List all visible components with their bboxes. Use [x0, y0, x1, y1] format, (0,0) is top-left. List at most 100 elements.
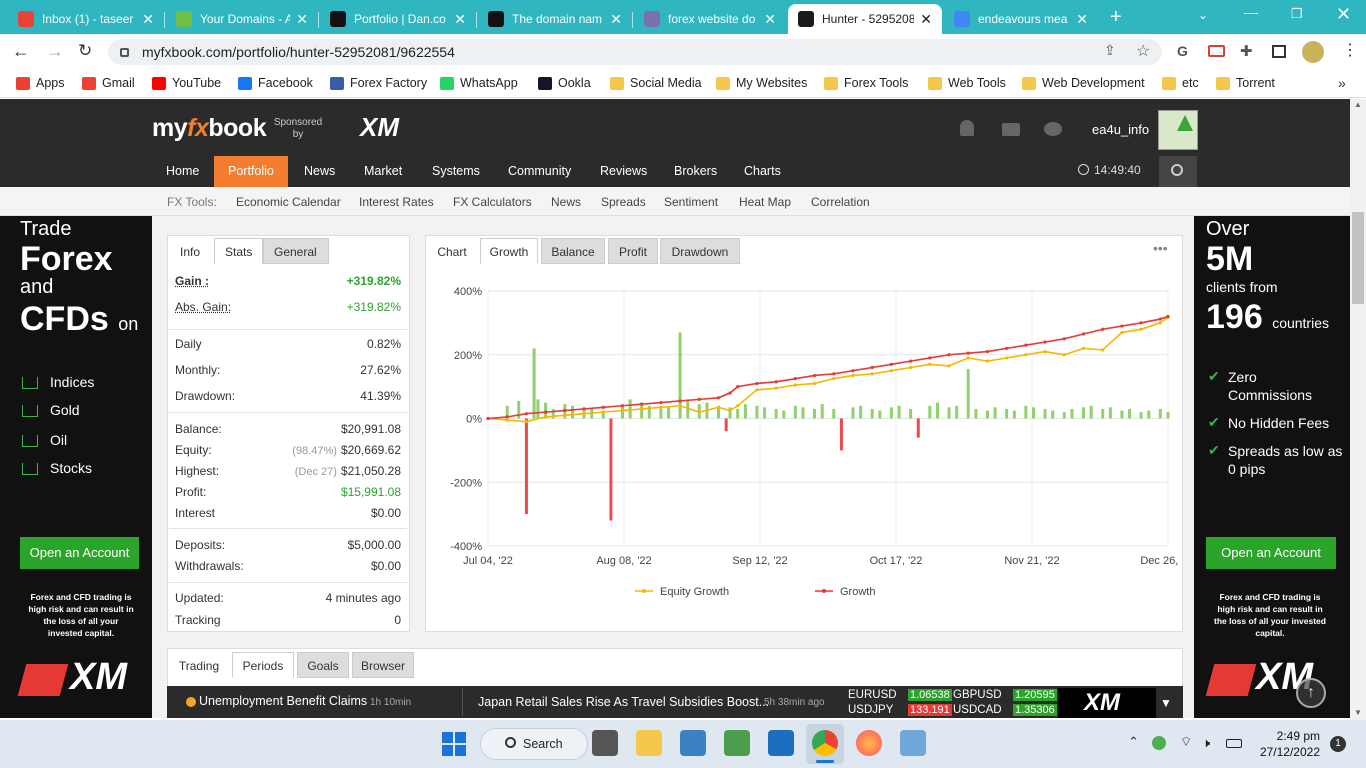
stats-tab-general[interactable]: General — [263, 238, 329, 264]
nav-item-news[interactable]: News — [290, 156, 349, 187]
ticker-xm-logo[interactable]: XM — [1058, 688, 1156, 718]
close-tab-icon[interactable]: ✕ — [1076, 11, 1088, 28]
mail-app-icon[interactable] — [768, 730, 794, 756]
tab-search-icon[interactable]: ⌄ — [1198, 8, 1208, 22]
volume-icon[interactable]: 🕨 — [1202, 735, 1210, 751]
bookmarks-more[interactable]: » — [1338, 75, 1346, 91]
extensions-icon[interactable]: ✚ — [1240, 42, 1253, 60]
lower-tab-periods[interactable]: Periods — [232, 652, 294, 678]
file-explorer-icon[interactable] — [636, 730, 662, 756]
username[interactable]: ea4u_info — [1092, 122, 1149, 137]
restore-button[interactable]: ❐ — [1291, 6, 1303, 22]
tray-chevron-icon[interactable]: ⌃ — [1128, 734, 1139, 750]
minimize-button[interactable]: — — [1244, 4, 1258, 20]
new-tab-button[interactable]: + — [1110, 6, 1122, 29]
bookmark-item[interactable]: Forex Tools — [824, 76, 908, 90]
bookmark-item[interactable]: Facebook — [238, 76, 313, 90]
notification-badge[interactable]: 1 — [1330, 736, 1346, 752]
bookmark-item[interactable]: Apps — [16, 76, 65, 90]
tray-app-icon[interactable] — [1152, 736, 1166, 750]
back-icon[interactable]: ← — [12, 41, 30, 62]
scrollbar-thumb[interactable] — [1352, 212, 1364, 304]
firefox-icon[interactable] — [856, 730, 882, 756]
mail-icon[interactable] — [1002, 123, 1020, 136]
menu-icon[interactable]: ⋮ — [1342, 40, 1358, 60]
chat-icon[interactable] — [1044, 122, 1062, 136]
left-ad[interactable]: Trade Forex and CFDs on Open an Account … — [0, 216, 152, 718]
nav-item-portfolio[interactable]: Portfolio — [214, 156, 288, 187]
chart-tab-chart[interactable]: Chart — [427, 238, 477, 264]
bookmark-item[interactable]: YouTube — [152, 76, 221, 90]
share-icon[interactable]: ⇪ — [1104, 42, 1116, 59]
scroll-up-icon[interactable]: ▲ — [1354, 100, 1362, 109]
scroll-down-icon[interactable]: ▼ — [1354, 708, 1362, 717]
browser-tab[interactable]: endeavours mea ✕ — [944, 4, 1098, 34]
browser-tab[interactable]: forex website do ✕ — [634, 4, 786, 34]
nav-item-market[interactable]: Market — [350, 156, 416, 187]
lower-tab-trading[interactable]: Trading — [169, 652, 229, 678]
quote-symbol[interactable]: USDCAD — [953, 704, 1002, 716]
bookmark-item[interactable]: Web Development — [1022, 76, 1145, 90]
close-tab-icon[interactable]: ✕ — [764, 11, 776, 28]
page-scrollbar[interactable] — [1350, 99, 1366, 720]
subnav-item[interactable]: News — [551, 195, 581, 209]
star-icon[interactable]: ☆ — [1136, 41, 1150, 61]
lock-icon[interactable] — [120, 48, 129, 57]
bookmark-item[interactable]: Gmail — [82, 76, 135, 90]
bell-icon[interactable] — [960, 120, 974, 136]
subnav-item[interactable]: Correlation — [811, 195, 870, 209]
legend-label[interactable]: Equity Growth — [660, 586, 729, 598]
chart-tab-drawdown[interactable]: Drawdown — [660, 238, 740, 264]
browser-tab[interactable]: The domain nam ✕ — [478, 4, 632, 34]
task-view-icon[interactable] — [592, 730, 618, 756]
nav-item-brokers[interactable]: Brokers — [660, 156, 731, 187]
ticker-toggle-icon[interactable]: ▼ — [1160, 696, 1172, 710]
ticker-event[interactable]: Unemployment Benefit Claims — [199, 694, 367, 708]
reload-icon[interactable]: ↻ — [78, 41, 92, 61]
battery-icon[interactable] — [1226, 739, 1242, 748]
bookmark-item[interactable]: Web Tools — [928, 76, 1006, 90]
quote-symbol[interactable]: GBPUSD — [953, 689, 1002, 701]
store-icon[interactable] — [680, 730, 706, 756]
xm-sponsor-logo[interactable]: XM — [360, 112, 399, 143]
clock-time[interactable]: 2:49 pm — [1276, 729, 1320, 743]
profile-avatar[interactable] — [1302, 41, 1324, 63]
cast-icon[interactable] — [1208, 45, 1225, 57]
myfxbook-logo[interactable]: myfxbook — [152, 114, 267, 143]
google-icon[interactable]: G — [1177, 43, 1188, 59]
subnav-item[interactable]: FX Calculators — [453, 195, 532, 209]
user-avatar[interactable] — [1158, 110, 1198, 150]
close-window-button[interactable]: ✕ — [1336, 4, 1351, 25]
open-account-button[interactable]: Open an Account — [20, 537, 139, 569]
clock-date[interactable]: 27/12/2022 — [1252, 745, 1320, 759]
open-account-button[interactable]: Open an Account — [1206, 537, 1336, 569]
quote-symbol[interactable]: EURUSD — [848, 689, 897, 701]
close-tab-icon[interactable]: ✕ — [454, 11, 466, 28]
chrome-icon[interactable] — [812, 730, 838, 756]
sidepanel-icon[interactable] — [1272, 45, 1286, 58]
close-tab-icon[interactable]: ✕ — [142, 11, 154, 28]
browser-tab[interactable]: Portfolio | Dan.co ✕ — [320, 4, 476, 34]
chart-tab-growth[interactable]: Growth — [480, 238, 538, 264]
nav-item-charts[interactable]: Charts — [730, 156, 795, 187]
bookmark-item[interactable]: etc — [1162, 76, 1199, 90]
quote-symbol[interactable]: USDJPY — [848, 704, 893, 716]
browser-tab[interactable]: Hunter - 5295208 ✕ — [788, 4, 942, 34]
windows-start-icon[interactable] — [442, 732, 466, 756]
close-tab-icon[interactable]: ✕ — [920, 11, 932, 28]
bookmark-item[interactable]: Forex Factory — [330, 76, 427, 90]
network-app-icon[interactable] — [900, 730, 926, 756]
taskbar-search[interactable]: Search — [480, 728, 588, 760]
ticker-news[interactable]: Japan Retail Sales Rise As Travel Subsid… — [478, 695, 769, 709]
subnav-item[interactable]: Interest Rates — [359, 195, 434, 209]
subnav-item[interactable]: Spreads — [601, 195, 646, 209]
bookmark-item[interactable]: Social Media — [610, 76, 702, 90]
right-ad[interactable]: Over 5M clients from 196 countries Open … — [1194, 216, 1350, 718]
close-tab-icon[interactable]: ✕ — [610, 11, 622, 28]
nav-item-home[interactable]: Home — [152, 156, 213, 187]
nav-item-community[interactable]: Community — [494, 156, 585, 187]
bookmark-item[interactable]: WhatsApp — [440, 76, 518, 90]
browser-tab[interactable]: Your Domains - A ✕ — [166, 4, 318, 34]
chart-menu-icon[interactable]: ••• — [1153, 240, 1168, 256]
bookmark-item[interactable]: Ookla — [538, 76, 591, 90]
